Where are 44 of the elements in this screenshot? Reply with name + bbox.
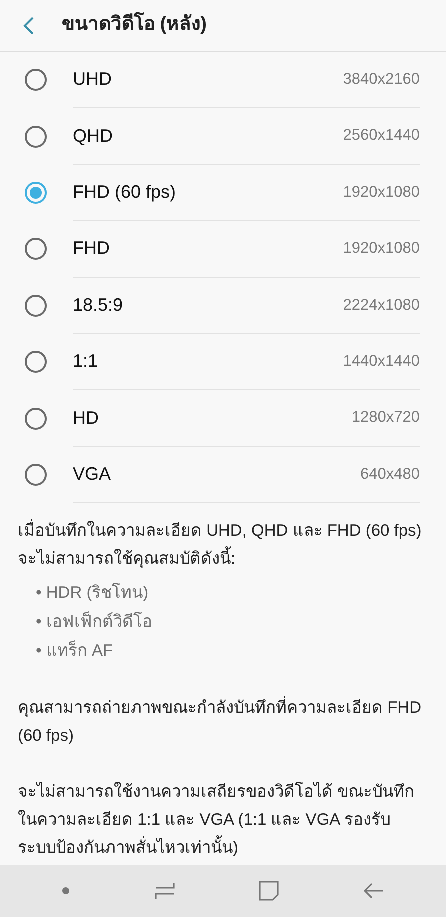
- radio-button[interactable]: [25, 126, 47, 148]
- option-label: 1:1: [73, 350, 98, 374]
- resolution-value: 2224x1080: [343, 296, 420, 316]
- resolution-value: 2560x1440: [343, 126, 420, 146]
- dot-icon[interactable]: [62, 887, 70, 895]
- resolution-value: 3840x2160: [343, 70, 420, 90]
- option-label: 18.5:9: [73, 294, 124, 317]
- page-title: ขนาดวิดีโอ (หลัง): [62, 11, 207, 38]
- resolution-option[interactable]: FHD (60 fps) 1920x1080: [0, 164, 446, 222]
- radio-button[interactable]: [25, 464, 47, 486]
- note-text: เมื่อบันทึกในความละเอียด UHD, QHD และ FHD (60 fps) จะไม่สามารถใช้คุณสมบัติดังนี้:: [18, 517, 426, 574]
- resolution-value: 1280x720: [352, 408, 420, 428]
- bullet-item: • เอฟเฟ็กต์วิดีโอ: [35, 610, 154, 634]
- radio-button[interactable]: [25, 408, 47, 430]
- radio-button[interactable]: [25, 69, 47, 92]
- resolution-value: 1920x1080: [343, 182, 420, 203]
- radio-button[interactable]: [25, 182, 47, 204]
- resolution-value: 640x480: [360, 464, 420, 485]
- option-label: UHD: [73, 68, 112, 92]
- resolution-option[interactable]: 1:1 1440x1440: [0, 334, 446, 390]
- option-label: VGA: [73, 462, 112, 486]
- radio-button[interactable]: [25, 294, 47, 317]
- recent-apps-icon[interactable]: [154, 882, 175, 900]
- option-label: HD: [73, 406, 99, 430]
- option-label: FHD (60 fps): [73, 180, 176, 204]
- resolution-option[interactable]: QHD 2560x1440: [0, 108, 446, 165]
- resolution-option[interactable]: FHD 1920x1080: [0, 221, 446, 278]
- bullet-item: • HDR (ริชโทน): [35, 582, 150, 604]
- note-text: คุณสามารถถ่ายภาพขณะกำลังบันทึกที่ความละเอียด FHD (60 fps): [18, 694, 426, 750]
- resolution-option[interactable]: HD 1280x720: [0, 390, 446, 447]
- resolution-value: 1440x1440: [343, 352, 420, 372]
- resolution-option[interactable]: UHD 3840x2160: [0, 52, 446, 108]
- resolution-value: 1920x1080: [343, 239, 420, 260]
- back-icon[interactable]: [364, 883, 384, 899]
- radio-button[interactable]: [25, 351, 47, 374]
- back-button[interactable]: [22, 14, 36, 36]
- option-label: QHD: [73, 124, 113, 148]
- note-text: จะไม่สามารถใช้งานความเสถียรของวิดีโอได้ ขณะบันทึกในความละเอียด 1:1 และ VGA (1:1 และ VGA รองรับระบบป้องกันภาพสั่นไหวเท่านั้น): [18, 781, 416, 860]
- option-label: FHD: [73, 237, 110, 260]
- radio-button[interactable]: [25, 238, 47, 260]
- resolution-option[interactable]: VGA 640x480: [0, 446, 446, 504]
- bullet-item: • แทร็ก AF: [35, 640, 114, 662]
- resolution-option[interactable]: 18.5:9 2224x1080: [0, 278, 446, 334]
- home-icon[interactable]: [259, 881, 280, 901]
